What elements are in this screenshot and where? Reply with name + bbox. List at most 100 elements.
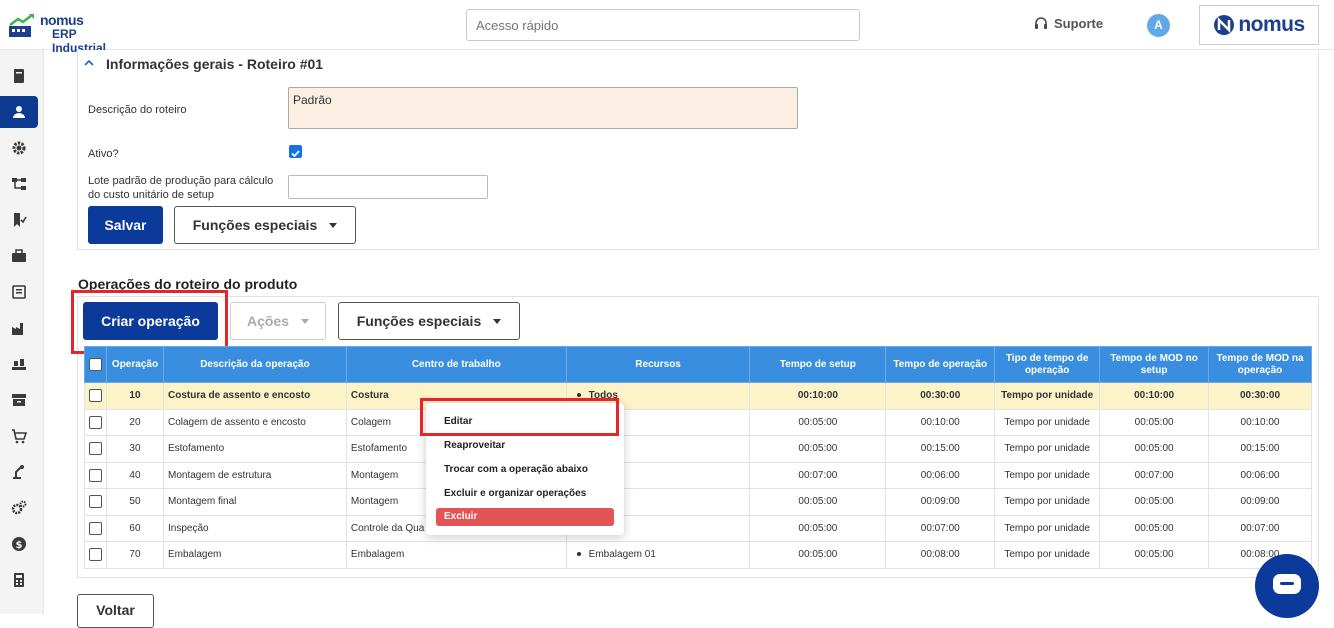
row-checkbox[interactable] <box>89 415 102 429</box>
sidebar-item-logistics[interactable] <box>0 348 38 380</box>
column-header[interactable]: Operação <box>106 346 164 383</box>
sidebar-item-structure[interactable] <box>0 168 38 200</box>
sidebar-item-settings[interactable] <box>0 132 38 164</box>
sidebar-item-finance[interactable]: $ <box>0 528 38 560</box>
sidebar-item-user[interactable] <box>0 96 38 128</box>
table-header-row: Operação Descrição da operação Centro de… <box>84 346 1312 383</box>
row-checkbox[interactable] <box>89 521 102 535</box>
conveyor-icon <box>12 359 26 370</box>
table-row[interactable]: 10 Costura de assento e encosto Costura … <box>84 382 1312 410</box>
gear-icon <box>12 141 26 155</box>
row-checkbox[interactable] <box>89 389 102 403</box>
column-header[interactable]: Descrição da operação <box>162 346 347 383</box>
sidebar-item-purchases[interactable] <box>0 420 38 452</box>
special-functions-button[interactable]: Funções especiais <box>174 206 356 244</box>
cell-setup-time: 00:05:00 <box>749 435 887 463</box>
table-row[interactable]: 40 Montagem de estrutura Montagem 00:07:… <box>84 461 1312 489</box>
column-header[interactable]: Tempo de operação <box>885 346 996 383</box>
cell-description: Montagem de estrutura <box>162 461 347 489</box>
cell-mod-operation: 00:09:00 <box>1208 488 1312 516</box>
resource-text: Embalagem 01 <box>588 549 656 561</box>
description-textarea[interactable]: Padrão <box>288 87 798 129</box>
cell-operation-time: 00:15:00 <box>885 435 996 463</box>
column-header[interactable]: Tempo de setup <box>749 346 887 383</box>
cell-setup-time: 00:10:00 <box>749 382 887 410</box>
support-label: Suporte <box>1054 16 1104 31</box>
cell-description: Colagem de assento e encosto <box>162 408 347 436</box>
document-icon <box>12 285 26 299</box>
cart-icon <box>12 429 27 444</box>
row-checkbox[interactable] <box>89 468 102 482</box>
select-all-header[interactable] <box>84 346 107 383</box>
save-button[interactable]: Salvar <box>88 206 163 244</box>
row-checkbox[interactable] <box>89 495 102 509</box>
cell-mod-operation: 00:10:00 <box>1208 408 1312 436</box>
cell-operation-time: 00:30:00 <box>885 382 996 410</box>
column-header[interactable]: Tipo de tempo de operação <box>994 346 1101 383</box>
cell-time-type: Tempo por unidade <box>994 435 1101 463</box>
row-checkbox[interactable] <box>89 548 102 562</box>
support-link[interactable]: Suporte <box>1034 16 1103 31</box>
cell-operation: 60 <box>106 514 164 542</box>
book-icon <box>14 69 24 83</box>
sidebar-item-briefcase[interactable] <box>0 240 38 272</box>
gears-icon <box>11 500 27 515</box>
column-header[interactable]: Tempo de MOD no setup <box>1099 346 1210 383</box>
menu-item-delete-reorder[interactable]: Excluir e organizar operações <box>444 488 586 499</box>
sidebar-item-production[interactable] <box>0 312 38 344</box>
svg-text:$: $ <box>16 540 23 551</box>
brand-n-icon <box>1214 15 1235 35</box>
sidebar-item-tasks[interactable] <box>0 204 38 236</box>
headset-icon <box>1035 16 1047 29</box>
sidebar-item-engineering[interactable] <box>0 456 38 488</box>
active-checkbox[interactable] <box>289 145 302 158</box>
archive-icon <box>12 394 26 406</box>
table-row[interactable]: 70 Embalagem Embalagem Embalagem 01 00:0… <box>84 541 1312 569</box>
cell-setup-time: 00:05:00 <box>749 514 887 542</box>
table-row[interactable]: 60 Inspeção Controle da Qua 00:05:00 00:… <box>84 514 1312 542</box>
chat-bubble-icon <box>1273 574 1301 594</box>
sidebar-item-accounting[interactable] <box>0 564 38 596</box>
sidebar-item-book[interactable] <box>0 60 38 92</box>
cell-description: Costura de assento e encosto <box>162 382 347 410</box>
table-row[interactable]: 20 Colagem de assento e encosto Colagem … <box>84 408 1312 436</box>
cell-operation-time: 00:07:00 <box>885 514 996 542</box>
table-row[interactable]: 50 Montagem final Montagem 00:05:00 00:0… <box>84 488 1312 516</box>
sidebar-item-configuration[interactable] <box>0 492 38 524</box>
logo-name: nomus <box>40 12 84 28</box>
row-checkbox[interactable] <box>89 442 102 456</box>
menu-item-reuse[interactable]: Reaproveitar <box>444 440 505 451</box>
cell-time-type: Tempo por unidade <box>994 408 1101 436</box>
lote-input[interactable] <box>288 175 488 199</box>
checkmark-icon <box>291 150 300 158</box>
section-title: Informações gerais - Roteiro #01 <box>106 56 324 72</box>
column-header[interactable]: Recursos <box>565 346 751 383</box>
sidebar-item-documents[interactable] <box>0 276 38 308</box>
top-bar: nomus ERP Industrial Suporte A nomus <box>0 0 1334 55</box>
sidebar-item-stock[interactable] <box>0 384 38 416</box>
chat-button[interactable] <box>1255 554 1319 618</box>
column-header[interactable]: Centro de trabalho <box>345 346 567 383</box>
menu-item-swap-below[interactable]: Trocar com a operação abaixo <box>444 464 588 475</box>
chevron-up-icon[interactable] <box>84 59 94 67</box>
cell-operation: 10 <box>106 382 164 410</box>
select-all-checkbox[interactable] <box>89 358 102 371</box>
nomus-erp-logo[interactable]: nomus ERP Industrial <box>6 10 126 55</box>
back-button[interactable]: Voltar <box>77 594 154 628</box>
cell-mod-operation: 00:07:00 <box>1208 514 1312 542</box>
user-avatar[interactable]: A <box>1147 14 1170 37</box>
dollar-icon: $ <box>12 537 26 551</box>
cell-operation: 50 <box>106 488 164 516</box>
operations-special-functions-label: Funções especiais <box>356 313 482 329</box>
menu-item-delete[interactable]: Excluir <box>436 508 614 526</box>
cell-operation-time: 00:08:00 <box>885 541 996 569</box>
description-label: Descrição do roteiro <box>88 104 187 116</box>
operations-special-functions-button[interactable]: Funções especiais <box>338 302 520 340</box>
logo-building-icon <box>9 14 34 37</box>
quick-access-input[interactable] <box>466 9 860 41</box>
lote-label-line1: Lote padrão de produção para cálculo <box>88 175 274 187</box>
cell-setup-time: 00:05:00 <box>749 488 887 516</box>
table-row[interactable]: 30 Estofamento Estofamento 00:05:00 00:1… <box>84 435 1312 463</box>
column-header[interactable]: Tempo de MOD na operação <box>1208 346 1312 383</box>
actions-button[interactable]: Ações <box>230 302 326 340</box>
